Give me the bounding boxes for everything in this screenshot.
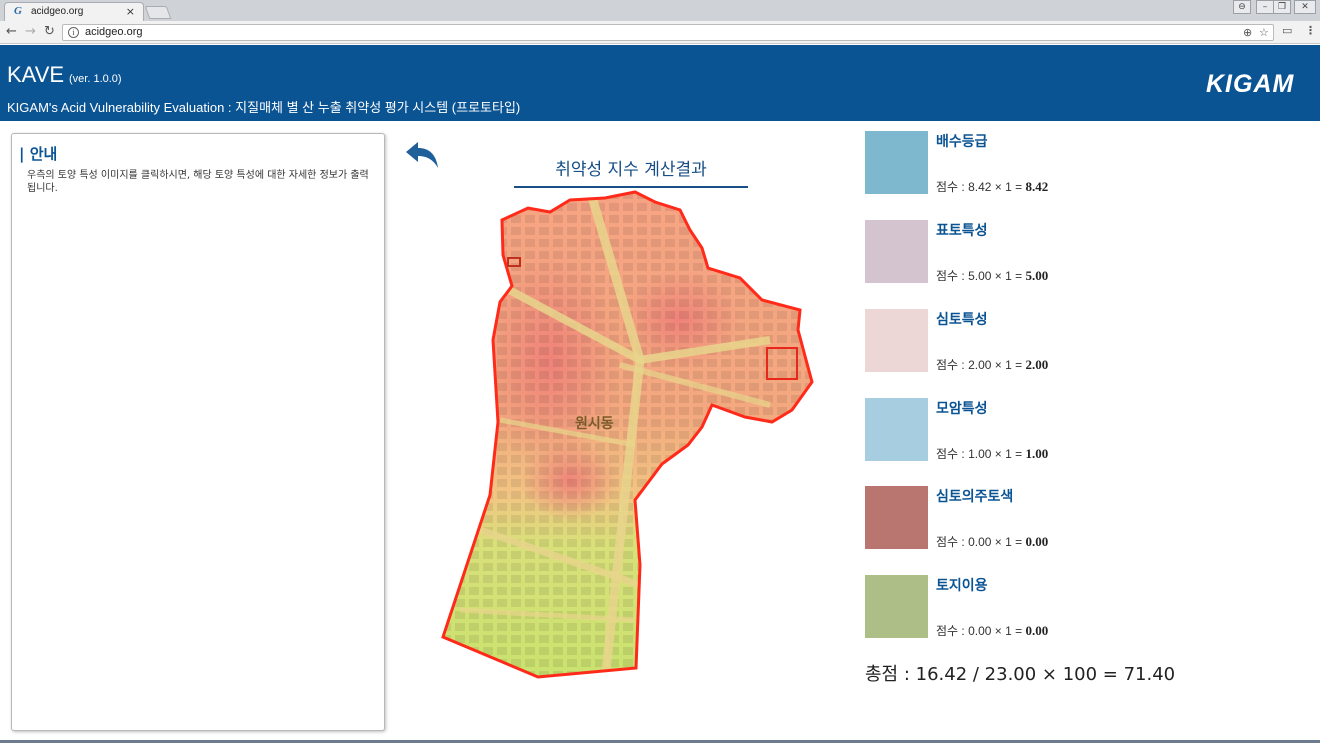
close-window-button[interactable]: ✕ <box>1294 0 1316 14</box>
parent-rock-thumbnail[interactable] <box>865 398 928 461</box>
app-title: KAVE <box>7 62 65 87</box>
vulnerability-map[interactable]: 원시동 <box>440 190 815 682</box>
land-use-thumbnail[interactable] <box>865 575 928 638</box>
legend-item-topsoil[interactable]: 표토특성 점수 : 5.00 × 1 = 5.00 <box>865 220 1165 284</box>
legend-item-score: 점수 : 2.00 × 1 = 2.00 <box>936 357 1049 372</box>
kigam-logo: KIGAM <box>1206 70 1295 98</box>
tab-close-icon[interactable]: × <box>126 5 135 18</box>
app-version: (ver. 1.0.0) <box>69 73 122 85</box>
legend-item-land-use[interactable]: 토지이용 점수 : 0.00 × 1 = 0.00 <box>865 575 1165 639</box>
drainage-thumbnail[interactable] <box>865 131 928 194</box>
reload-icon[interactable]: ↻ <box>44 24 55 39</box>
minimize-window-button[interactable]: – <box>1256 0 1274 14</box>
legend-item-score: 점수 : 8.42 × 1 = 8.42 <box>936 179 1049 194</box>
restore-window-button[interactable]: ❐ <box>1273 0 1291 14</box>
legend-item-name: 배수등급 <box>936 134 988 150</box>
legend-item-score: 점수 : 5.00 × 1 = 5.00 <box>936 268 1049 283</box>
legend-item-score: 점수 : 0.00 × 1 = 0.00 <box>936 534 1049 549</box>
site-favicon-icon: G <box>14 5 22 17</box>
browser-toolbar: ← → ↻ i acidgeo.org ⊕ ☆ ▭ ⋮ <box>0 21 1320 44</box>
legend-item-score: 점수 : 1.00 × 1 = 1.00 <box>936 446 1049 461</box>
legend-item-name: 토지이용 <box>936 578 988 594</box>
map-title: 취약성 지수 계산결과 <box>514 155 748 188</box>
info-panel-title: | 안내 <box>19 145 58 163</box>
legend-item-name: 모암특성 <box>936 401 988 417</box>
app-header: KAVE (ver. 1.0.0) KIGAM's Acid Vulnerabi… <box>0 45 1320 121</box>
new-tab-button[interactable] <box>144 6 172 19</box>
tab-title: acidgeo.org <box>31 6 84 17</box>
info-icon[interactable]: i <box>68 27 79 38</box>
info-panel-text: 우측의 토양 특성 이미지를 클릭하시면, 해당 토양 특성에 대한 자세한 정… <box>27 170 369 194</box>
total-score: 총점 : 16.42 / 23.00 × 100 = 71.40 <box>865 664 1176 685</box>
profile-icon[interactable]: ⊖ <box>1233 0 1251 14</box>
back-reply-arrow-icon[interactable] <box>404 140 440 170</box>
place-label: 원시동 <box>575 416 614 432</box>
legend-item-drainage[interactable]: 배수등급 점수 : 8.42 × 1 = 8.42 <box>865 131 1165 195</box>
browser-tab[interactable]: G acidgeo.org × <box>4 2 144 21</box>
address-bar[interactable]: i acidgeo.org ⊕ ☆ <box>62 24 1274 41</box>
legend-item-score: 점수 : 0.00 × 1 = 0.00 <box>936 623 1049 638</box>
url-text: acidgeo.org <box>85 26 143 38</box>
zoom-icon[interactable]: ⊕ <box>1243 26 1252 39</box>
browser-tabstrip: G acidgeo.org × ⊖ – ❐ ✕ <box>0 0 1320 21</box>
legend-item-name: 표토특성 <box>936 223 988 239</box>
subsoil-thumbnail[interactable] <box>865 309 928 372</box>
star-icon[interactable]: ☆ <box>1259 26 1269 39</box>
app-subtitle: KIGAM's Acid Vulnerability Evaluation : … <box>7 100 521 115</box>
subsoil-color-thumbnail[interactable] <box>865 486 928 549</box>
topsoil-thumbnail[interactable] <box>865 220 928 283</box>
forward-arrow-icon[interactable]: → <box>25 24 36 39</box>
legend-item-subsoil-color[interactable]: 심토의주토색 점수 : 0.00 × 1 = 0.00 <box>865 486 1165 550</box>
cast-icon[interactable]: ▭ <box>1282 24 1292 37</box>
legend-item-name: 심토의주토색 <box>936 489 1014 505</box>
back-arrow-icon[interactable]: ← <box>6 24 17 39</box>
legend-item-subsoil[interactable]: 심토특성 점수 : 2.00 × 1 = 2.00 <box>865 309 1165 373</box>
legend-item-parent-rock[interactable]: 모암특성 점수 : 1.00 × 1 = 1.00 <box>865 398 1165 462</box>
legend-item-name: 심토특성 <box>936 312 988 328</box>
info-panel: | 안내 우측의 토양 특성 이미지를 클릭하시면, 해당 토양 특성에 대한 … <box>11 133 385 731</box>
menu-icon[interactable]: ⋮ <box>1305 24 1316 37</box>
